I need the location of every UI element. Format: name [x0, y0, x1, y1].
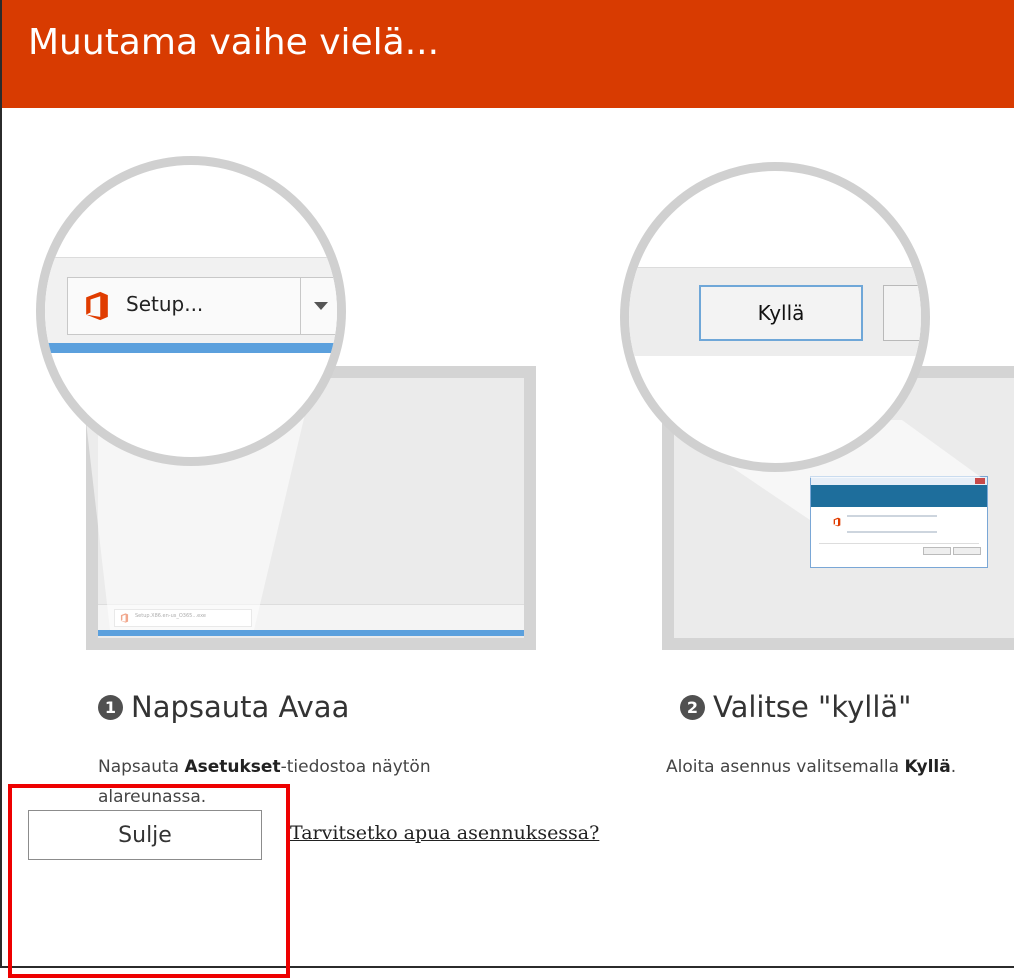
- setup-dropdown: [300, 278, 337, 334]
- step1-taskbar-filename: Setup.X86.en-us_O365...exe: [135, 613, 206, 619]
- step1-desc-bold: Asetukset: [184, 757, 281, 777]
- uac-titlebar: [811, 477, 987, 485]
- help-link[interactable]: Tarvitsetko apua asennuksessa?: [290, 822, 599, 844]
- office-logo-icon: [120, 613, 129, 623]
- step2-desc-prefix: Aloita asennus valitsemalla: [666, 757, 905, 777]
- step2-desc-suffix: .: [950, 757, 957, 777]
- uac-no-mini: [953, 547, 981, 555]
- step1-taskbar-blue: [98, 630, 524, 636]
- step2-description: Aloita asennus valitsemalla Kyllä.: [666, 752, 956, 782]
- step2-title-text: Valitse "kyllä": [713, 690, 912, 724]
- step1-desc-line2: alareunassa.: [98, 787, 207, 807]
- step2-title: 2 Valitse "kyllä": [680, 690, 912, 724]
- step1-magnifier: Setup...: [36, 156, 346, 466]
- step-number-icon: 1: [98, 694, 123, 720]
- close-button[interactable]: Sulje: [28, 810, 262, 860]
- step-number-icon: 2: [680, 694, 705, 720]
- chevron-down-icon: [314, 302, 328, 310]
- step1-desc-suffix: -tiedostoa näytön: [280, 757, 431, 777]
- step2-magnifier: Kyllä: [620, 162, 930, 472]
- uac-yes-mini: [923, 547, 951, 555]
- no-button: [883, 285, 921, 341]
- step1-description: Napsauta Asetukset-tiedostoa näytön alar…: [98, 752, 431, 812]
- step1-title: 1 Napsauta Avaa: [98, 690, 349, 724]
- step2-desc-bold: Kyllä: [904, 757, 951, 777]
- step1-desc-prefix: Napsauta: [98, 757, 185, 777]
- uac-text-lines: [847, 515, 937, 533]
- uac-dialog: [810, 476, 988, 568]
- office-logo-icon: [86, 291, 108, 321]
- uac-banner: [811, 485, 987, 507]
- install-dialog: Muutama vaihe vielä... Setup.X86.en-us_O…: [0, 0, 1014, 968]
- step1-title-text: Napsauta Avaa: [131, 690, 350, 724]
- step1-taskbar: Setup.X86.en-us_O365...exe: [98, 604, 524, 631]
- dialog-title: Muutama vaihe vielä...: [28, 22, 440, 63]
- setup-label: Setup...: [126, 292, 204, 316]
- dialog-header: Muutama vaihe vielä...: [2, 0, 1014, 108]
- magnifier-blue-bar: [45, 343, 337, 353]
- office-logo-icon: [833, 517, 841, 527]
- yes-button: Kyllä: [699, 285, 863, 341]
- setup-download-button: Setup...: [67, 277, 337, 335]
- uac-close: [975, 478, 985, 484]
- step1-taskbar-item: Setup.X86.en-us_O365...exe: [114, 609, 252, 627]
